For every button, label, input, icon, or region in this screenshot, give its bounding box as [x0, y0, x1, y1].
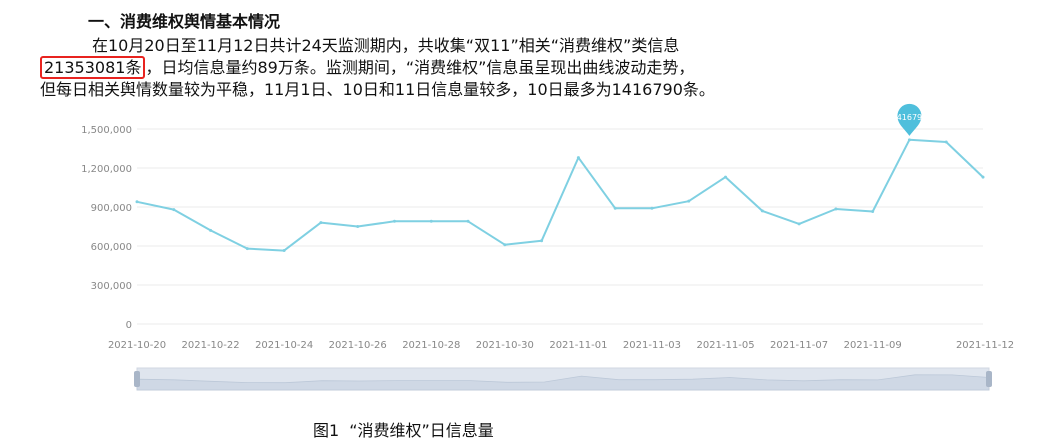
- data-point: [503, 243, 507, 247]
- section-heading: 一、消费维权舆情基本情况: [88, 12, 281, 31]
- data-point: [209, 228, 213, 232]
- series-line: [136, 138, 984, 252]
- data-point: [871, 210, 875, 214]
- peak-marker-label: 1416790: [892, 113, 928, 122]
- x-tick-label: 2021-10-28: [402, 340, 460, 351]
- x-tick-label: 2021-10-24: [255, 340, 313, 351]
- x-tick-label: 2021-11-09: [844, 340, 902, 351]
- y-tick-label: 300,000: [91, 281, 132, 292]
- x-tick-label: 2021-11-07: [770, 340, 828, 351]
- figure-caption-text: “消费维权”日信息量: [349, 421, 494, 440]
- figure-number: 图1: [313, 421, 340, 440]
- data-point: [172, 208, 176, 212]
- paragraph-line-2-text: ，日均信息量约89万条。监测期间，“消费维权”信息虽呈现出曲线波动走势，: [145, 58, 695, 77]
- data-point: [981, 175, 985, 179]
- x-tick-label: 2021-10-30: [476, 340, 534, 351]
- y-tick-label: 1,500,000: [81, 125, 132, 136]
- data-point: [245, 247, 249, 251]
- paragraph-line-3: 但每日相关舆情数量较为平稳，11月1日、10日和11日信息量较多，10日最多为1…: [40, 80, 715, 99]
- data-point: [907, 138, 911, 142]
- summary-paragraph: 在10月20日至11月12日共计24天监测期内，共收集“双11”相关“消费维权”…: [40, 35, 1030, 101]
- paragraph-line-2: 21353081条 ，日均信息量约89万条。监测期间，“消费维权”信息虽呈现出曲线…: [40, 56, 1030, 79]
- data-point: [392, 219, 396, 223]
- data-point: [834, 207, 838, 211]
- data-point: [319, 221, 323, 225]
- x-tick-label: 2021-10-20: [108, 340, 166, 351]
- y-tick-label: 0: [126, 320, 132, 331]
- y-tick-label: 900,000: [91, 203, 132, 214]
- data-point: [540, 239, 544, 243]
- x-tick-label: 2021-10-22: [182, 340, 240, 351]
- figure-caption: 图1 “消费维权”日信息量: [313, 417, 504, 441]
- x-tick-label: 2021-11-12: [956, 340, 1014, 351]
- data-point: [944, 140, 948, 144]
- x-tick-label: 2021-11-01: [549, 340, 607, 351]
- data-point: [687, 199, 691, 203]
- y-tick-label: 600,000: [91, 242, 132, 253]
- data-point: [282, 249, 286, 253]
- total-count-highlight: 21353081条: [40, 56, 146, 79]
- data-point: [650, 206, 654, 210]
- data-point: [356, 225, 360, 228]
- daily-info-line-chart: 0 300,000 600,000 900,000 1,200,000 1,500,000…: [81, 103, 1014, 391]
- data-point: [466, 219, 470, 223]
- data-point: [724, 175, 728, 179]
- x-tick-label: 2021-11-05: [696, 340, 754, 351]
- zoom-handle-right[interactable]: [986, 371, 992, 387]
- data-point: [135, 200, 139, 204]
- x-tick-label: 2021-11-03: [623, 340, 681, 351]
- data-point: [576, 156, 580, 160]
- data-point: [613, 206, 617, 210]
- data-point: [760, 209, 764, 213]
- zoom-handle-left[interactable]: [134, 371, 140, 387]
- paragraph-line-1: 在10月20日至11月12日共计24天监测期内，共收集“双11”相关“消费维权”…: [92, 36, 680, 55]
- x-tick-label: 2021-10-26: [329, 340, 387, 351]
- data-point: [429, 219, 433, 223]
- data-point: [797, 222, 801, 226]
- y-tick-label: 1,200,000: [81, 164, 132, 175]
